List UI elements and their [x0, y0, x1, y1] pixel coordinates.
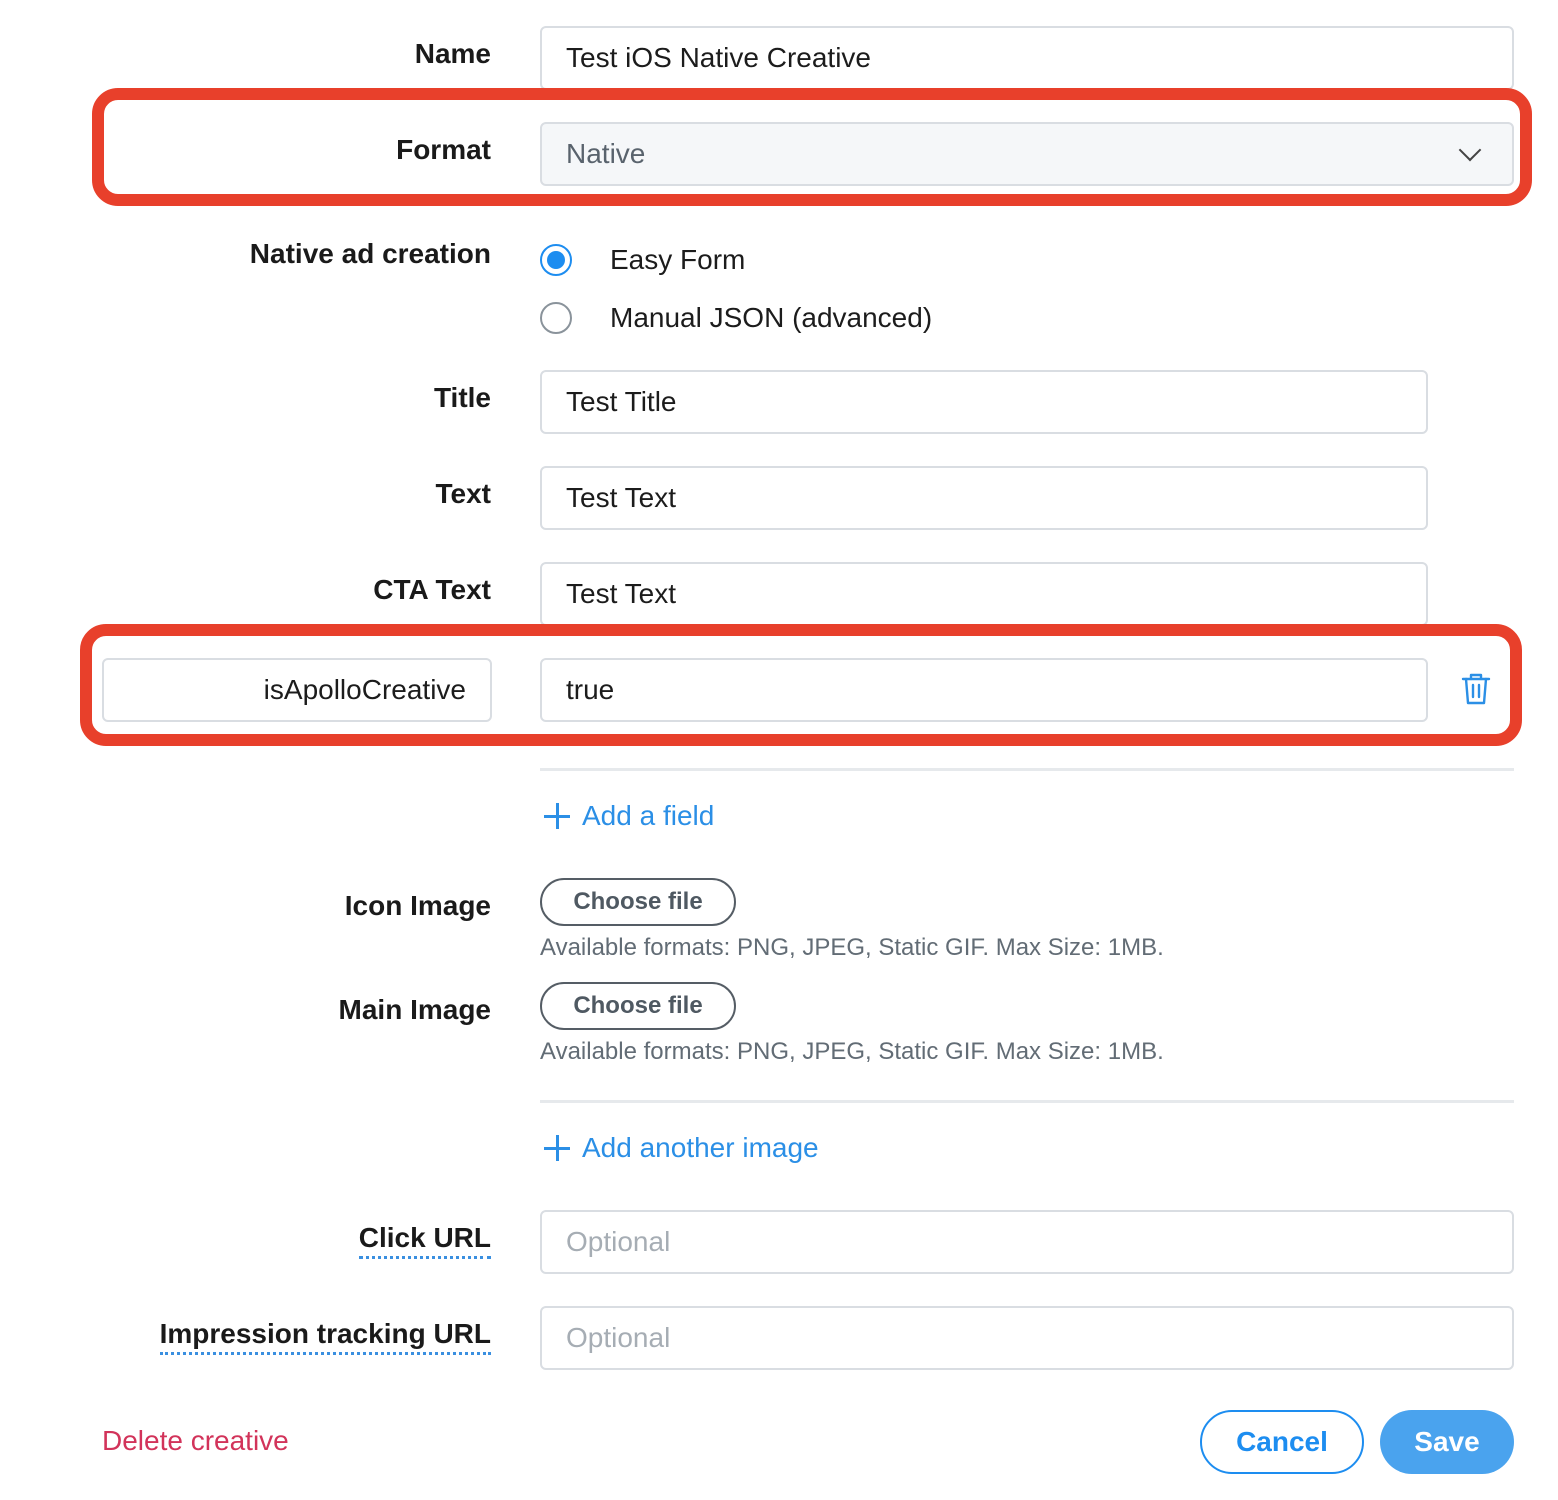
click-url-label: Click URL — [358, 1222, 491, 1259]
name-value: Test iOS Native Creative — [566, 42, 871, 73]
icon-image-label: Icon Image — [344, 890, 491, 921]
manual-json-label[interactable]: Manual JSON (advanced) — [610, 302, 932, 334]
custom-field-key: isApolloCreative — [263, 674, 466, 705]
click-url-input[interactable]: Optional — [540, 1210, 1514, 1274]
add-image-link[interactable]: Add another image — [544, 1132, 819, 1164]
title-value: Test Title — [566, 386, 677, 417]
custom-field-value: true — [566, 674, 615, 705]
title-input[interactable]: Test Title — [540, 370, 1428, 434]
add-image-label: Add another image — [582, 1132, 819, 1163]
cancel-button[interactable]: Cancel — [1200, 1410, 1364, 1474]
fields-divider — [540, 768, 1514, 771]
add-field-label: Add a field — [582, 800, 715, 831]
format-label: Format — [396, 134, 491, 165]
text-input[interactable]: Test Text — [540, 466, 1428, 530]
icon-image-choose-file-button[interactable]: Choose file — [540, 878, 736, 926]
custom-field-value-input[interactable]: true — [540, 658, 1428, 722]
cta-text-input[interactable]: Test Text — [540, 562, 1428, 626]
custom-field-key-input[interactable]: isApolloCreative — [102, 658, 492, 722]
impression-url-input[interactable]: Optional — [540, 1306, 1514, 1370]
main-image-label: Main Image — [338, 994, 491, 1025]
native-ad-creation-label: Native ad creation — [249, 238, 491, 269]
add-field-link[interactable]: Add a field — [544, 800, 714, 832]
trash-icon[interactable] — [1460, 672, 1492, 706]
format-select[interactable]: Native — [540, 122, 1514, 186]
icon-image-hint: Available formats: PNG, JPEG, Static GIF… — [540, 934, 1164, 961]
images-divider — [540, 1100, 1514, 1103]
main-image-choose-file-button[interactable]: Choose file — [540, 982, 736, 1030]
plus-icon — [544, 803, 570, 829]
impression-url-placeholder: Optional — [566, 1322, 671, 1353]
cta-text-label: CTA Text — [373, 574, 491, 605]
name-label: Name — [414, 38, 491, 69]
chevron-down-icon — [1458, 138, 1482, 162]
easy-form-label[interactable]: Easy Form — [610, 244, 745, 276]
delete-creative-link[interactable]: Delete creative — [102, 1425, 289, 1457]
text-value: Test Text — [566, 482, 676, 513]
cta-text-value: Test Text — [566, 578, 676, 609]
save-button[interactable]: Save — [1380, 1410, 1514, 1474]
text-label: Text — [435, 478, 492, 509]
title-label: Title — [433, 382, 491, 413]
click-url-placeholder: Optional — [566, 1226, 671, 1257]
plus-icon — [544, 1135, 570, 1161]
format-value: Native — [566, 138, 646, 169]
impression-url-label: Impression tracking URL — [159, 1318, 491, 1355]
easy-form-radio[interactable] — [540, 244, 572, 276]
name-input[interactable]: Test iOS Native Creative — [540, 26, 1514, 90]
main-image-hint: Available formats: PNG, JPEG, Static GIF… — [540, 1038, 1164, 1065]
manual-json-radio[interactable] — [540, 302, 572, 334]
